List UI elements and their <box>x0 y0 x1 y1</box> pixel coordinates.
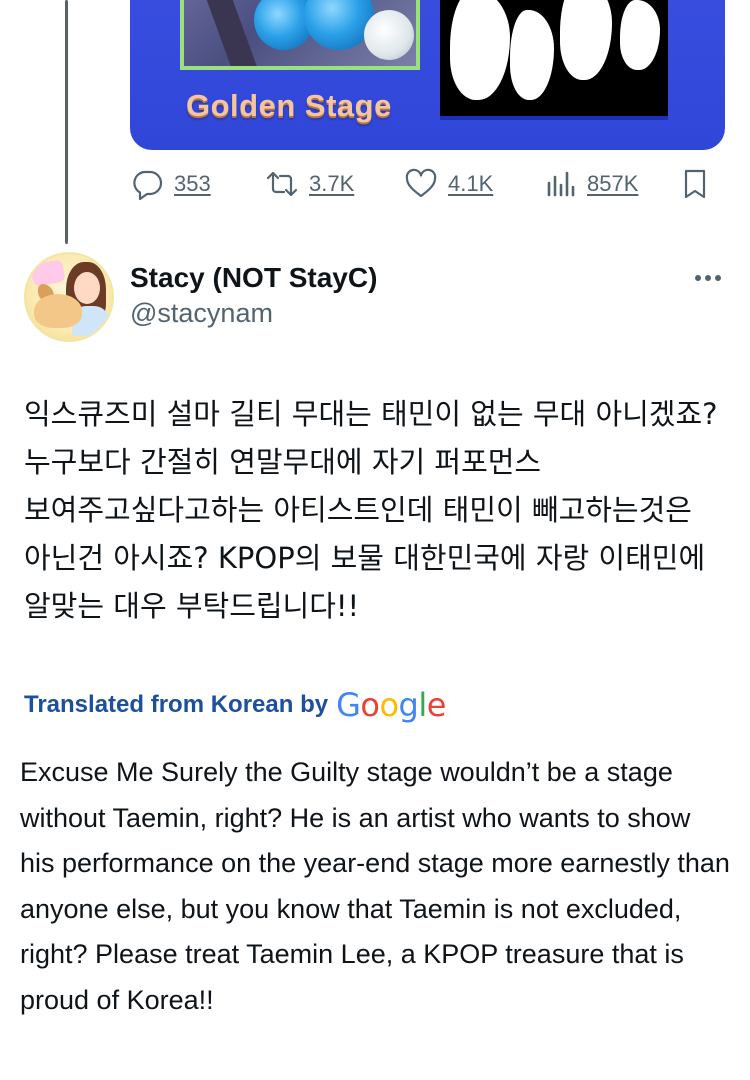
views-count: 857K <box>587 171 639 196</box>
author-display-name[interactable]: Stacy (NOT StayC) <box>130 262 377 294</box>
views-icon <box>547 171 575 197</box>
media-title: Golden Stage <box>186 88 392 123</box>
reply-icon <box>133 170 163 201</box>
thread-connector-line <box>65 0 68 244</box>
more-options-button[interactable] <box>688 264 728 292</box>
like-icon <box>405 168 437 198</box>
retweet-icon <box>266 171 298 197</box>
reply-count: 353 <box>174 171 211 196</box>
google-logo: Google <box>336 686 446 724</box>
media-artwork <box>440 0 668 120</box>
tweet-text-korean: 익스큐즈미 설마 길티 무대는 태민이 없는 무대 아니겠죠? 누구보다 간절히… <box>24 397 718 623</box>
media-card[interactable]: Golden Stage <box>130 0 725 150</box>
author-handle[interactable]: @stacynam <box>130 298 273 329</box>
tweet-text-english: Excuse Me Surely the Guilty stage wouldn… <box>20 757 730 1015</box>
translation-attribution[interactable]: Translated from Korean by Google <box>24 686 446 724</box>
media-photo <box>180 0 420 70</box>
like-button[interactable]: 4.1K <box>404 166 493 202</box>
like-count: 4.1K <box>448 171 494 196</box>
avatar[interactable] <box>24 252 114 342</box>
tweet-action-bar: 353 3.7K 4.1K 857K <box>130 166 720 202</box>
views-button[interactable]: 857K <box>543 166 638 202</box>
reply-button[interactable]: 353 <box>130 166 211 202</box>
more-icon <box>695 275 701 281</box>
retweet-button[interactable]: 3.7K <box>265 166 354 202</box>
bookmark-button[interactable] <box>678 166 712 202</box>
retweet-count: 3.7K <box>309 171 355 196</box>
bookmark-icon <box>684 169 706 199</box>
translated-label: Translated from Korean by <box>24 691 329 718</box>
